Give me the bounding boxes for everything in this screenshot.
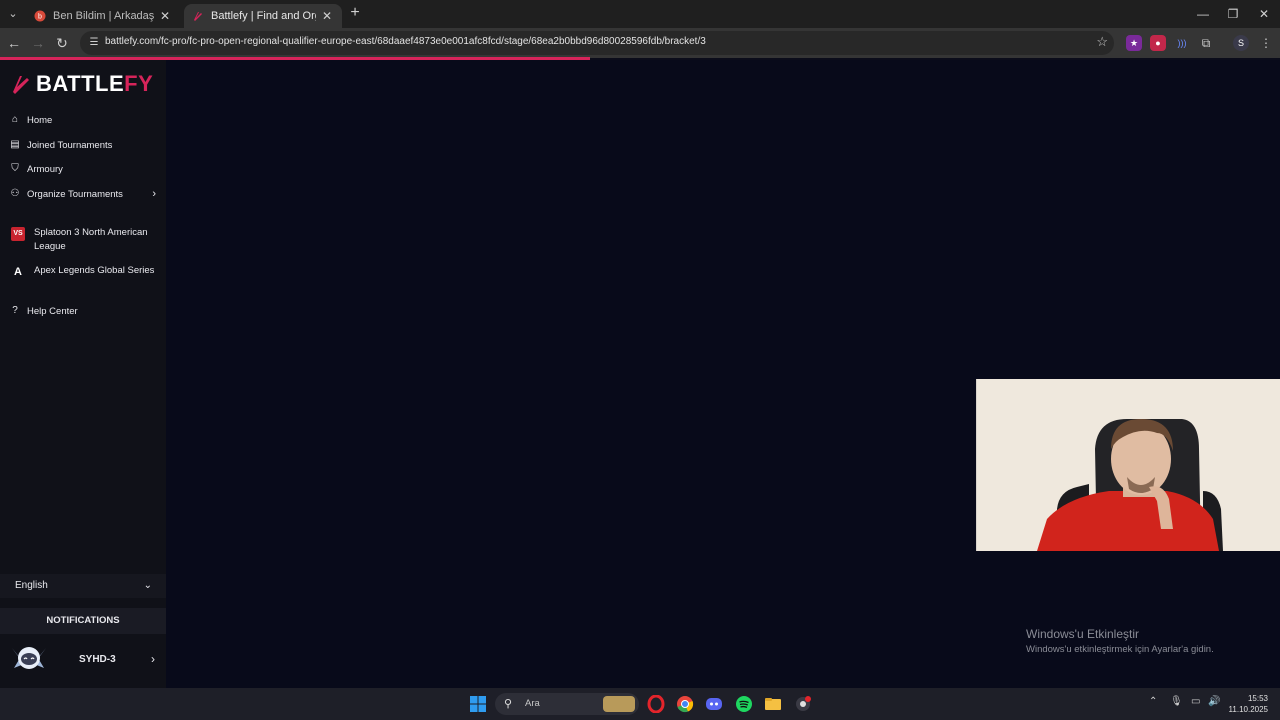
organize-icon: ⚇ (10, 188, 20, 199)
language-select[interactable]: English ⌄ (0, 574, 166, 598)
chrome-icon[interactable] (676, 695, 694, 713)
apex-icon: A (14, 266, 22, 278)
search-icon: ⚲ (504, 698, 513, 710)
forward-button[interactable]: → (29, 34, 47, 52)
logo-text-accent: FY (124, 71, 154, 96)
chevron-right-icon: › (152, 188, 156, 200)
bracket-content-area (166, 60, 1280, 688)
svg-text:b: b (38, 14, 42, 21)
discord-icon[interactable] (705, 695, 723, 713)
webcam-person-image (977, 379, 1280, 551)
watermark-title: Windows'u Etkinleştir (1026, 627, 1139, 641)
tab-benbildim[interactable]: b Ben Bildim | Arkadaşlarınla Onli ✕ (26, 4, 180, 28)
browser-toolbar: ← → ↻ ☰ battlefy.com/fc-pro/fc-pro-open-… (0, 28, 1280, 58)
opera-icon[interactable] (647, 695, 665, 713)
logo-text-primary: BATTLE (36, 71, 125, 96)
taskbar-search-placeholder: Ara (525, 698, 540, 709)
browser-menu-icon[interactable]: ⋮ (1258, 35, 1274, 51)
address-bar[interactable]: ☰ battlefy.com/fc-pro/fc-pro-open-region… (80, 31, 1114, 55)
close-icon[interactable]: ✕ (158, 9, 172, 23)
benbildim-icon: b (34, 10, 46, 22)
close-icon[interactable]: ✕ (320, 9, 334, 23)
address-url[interactable]: battlefy.com/fc-pro/fc-pro-open-regional… (105, 36, 706, 47)
volume-icon[interactable]: 🔊 (1208, 696, 1220, 707)
search-highlight-icon (603, 696, 635, 712)
language-value: English (15, 580, 48, 591)
username: SYHD-3 (79, 654, 116, 665)
sidebar-game-label: Splatoon 3 North American League (34, 227, 148, 252)
window-close-button[interactable]: ✕ (1249, 4, 1279, 24)
restore-button[interactable]: ❐ (1218, 4, 1248, 24)
user-profile[interactable]: SYHD-3 › (0, 634, 166, 688)
sidebar-item-organize-tournaments[interactable]: ⚇ Organize Tournaments › (0, 183, 166, 205)
sidebar-game-splatoon[interactable]: VS Splatoon 3 North American League (0, 226, 166, 254)
bookmark-star-icon[interactable]: ☆ (1096, 34, 1108, 50)
windows-activation-watermark: Windows'u Etkinleştir Windows'u etkinleş… (1026, 627, 1214, 655)
microphone-icon[interactable]: 🎙 (1170, 696, 1183, 707)
sidebar-item-joined-tournaments[interactable]: ▤ Joined Tournaments (0, 134, 166, 156)
chevron-down-icon: ⌄ (143, 580, 152, 591)
extension-1-icon[interactable]: ★ (1126, 35, 1142, 51)
clock-time: 15:53 (1247, 694, 1268, 703)
sidebar-item-home[interactable]: ⌂ Home (0, 109, 166, 131)
sidebar-item-label: Organize Tournaments (27, 188, 123, 200)
home-icon: ⌂ (11, 114, 19, 125)
extension-3-icon[interactable]: ))) (1174, 35, 1190, 51)
help-icon: ? (12, 305, 18, 316)
sidebar-item-label: Joined Tournaments (27, 139, 113, 151)
sidebar-game-label: Apex Legends Global Series (34, 265, 155, 276)
sidebar-item-armoury[interactable]: ⛉ Armoury (0, 158, 166, 180)
network-icon[interactable]: ▭ (1191, 696, 1200, 707)
webcam-overlay (976, 379, 1280, 551)
battlefy-logo[interactable]: BATTLEFY (10, 71, 153, 97)
notifications-button[interactable]: NOTIFICATIONS (0, 608, 166, 634)
calendar-icon: ▤ (10, 139, 20, 150)
minimize-button[interactable]: — (1188, 4, 1218, 24)
back-button[interactable]: ← (5, 34, 23, 52)
taskbar-clock[interactable]: 15:53 11.10.2025 (1226, 693, 1268, 715)
site-settings-icon[interactable]: ☰ (86, 35, 102, 51)
new-tab-button[interactable]: + (346, 5, 364, 23)
tab-title: Ben Bildim | Arkadaşlarınla Onli (53, 10, 154, 22)
profile-avatar[interactable]: S (1233, 35, 1249, 51)
tab-search-icon[interactable]: ⌄ (4, 5, 22, 23)
clock-date: 11.10.2025 (1228, 705, 1268, 714)
extension-2-icon[interactable]: ● (1150, 35, 1166, 51)
sidebar-item-help-center[interactable]: ? Help Center (0, 300, 166, 322)
extensions-puzzle-icon[interactable]: ⧉ (1198, 35, 1214, 51)
tab-title: Battlefy | Find and Organize Esp (211, 10, 316, 22)
shield-icon: ⛉ (11, 163, 19, 174)
windows-start-icon[interactable] (469, 695, 487, 713)
sidebar-item-label: Home (27, 114, 53, 126)
chevron-right-icon: › (151, 652, 155, 666)
battlefy-icon (194, 12, 202, 21)
battlefy-logo-icon (13, 76, 29, 94)
sidebar-item-label: Armoury (27, 163, 63, 175)
file-explorer-icon[interactable] (764, 695, 782, 713)
splatoon-icon: VS (11, 227, 25, 241)
tab-battlefy[interactable]: Battlefy | Find and Organize Esp ✕ (184, 4, 342, 28)
sidebar-game-apex[interactable]: A Apex Legends Global Series (0, 264, 166, 279)
sidebar: BATTLEFY ⌂ Home ▤ Joined Tournaments ⛉ A… (0, 60, 166, 688)
watermark-subtitle: Windows'u etkinleştirmek için Ayarlar'a … (1026, 644, 1214, 655)
windows-taskbar: ⚲ Ara ⌃ 🎙 ▭ 🔊 15:53 11.10.2025 (0, 688, 1280, 720)
sidebar-item-label: Help Center (27, 305, 78, 317)
app-icon[interactable] (794, 695, 812, 713)
taskbar-search-input[interactable]: ⚲ Ara (495, 693, 639, 715)
chevron-up-icon[interactable]: ⌃ (1149, 696, 1157, 707)
spotify-icon[interactable] (735, 695, 753, 713)
avatar (12, 647, 46, 669)
browser-tab-strip: ⌄ b Ben Bildim | Arkadaşlarınla Onli ✕ B… (0, 0, 1280, 28)
reload-button[interactable]: ↻ (53, 34, 71, 52)
